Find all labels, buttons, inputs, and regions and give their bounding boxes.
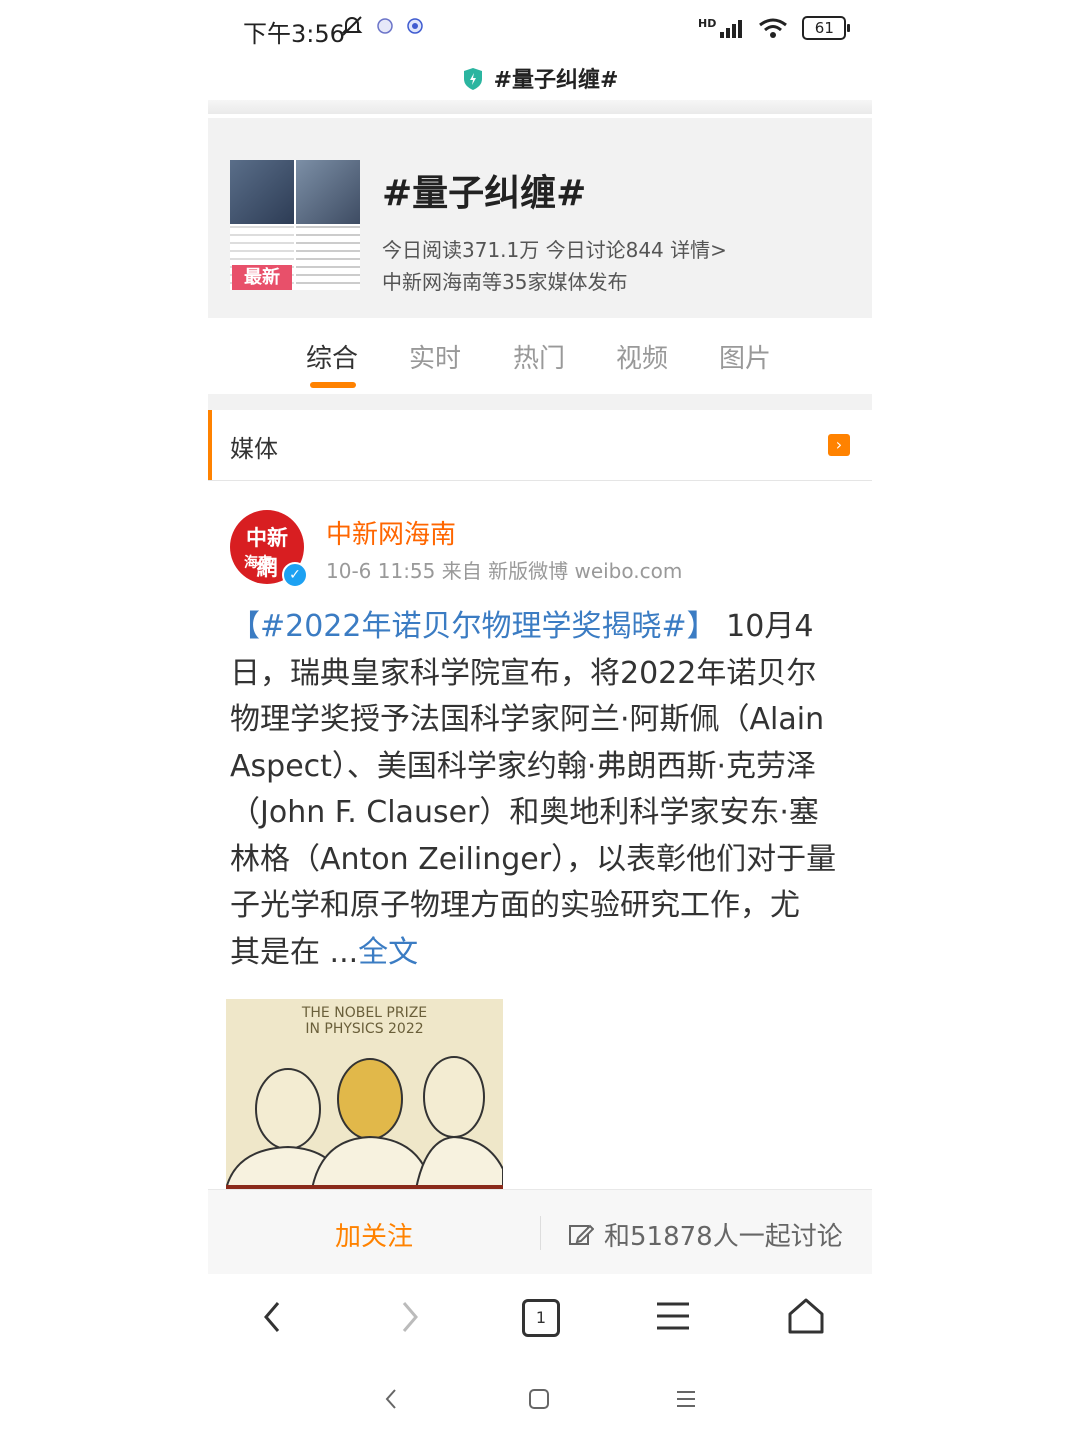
browser-nav-bar: 1 (0, 1292, 1080, 1342)
top-divider (208, 100, 872, 114)
laureates-illustration (226, 1056, 503, 1189)
bar-separator (540, 1216, 541, 1250)
section-accent-bar (208, 410, 212, 480)
verified-badge-icon: ✓ (282, 562, 308, 588)
bell-muted-icon (341, 16, 363, 36)
chevron-right-icon[interactable]: › (828, 434, 850, 456)
topic-title: #量子纠缠# (382, 173, 587, 214)
wifi-icon (759, 18, 788, 38)
signal-icon (720, 20, 743, 38)
system-back-icon[interactable] (383, 1388, 399, 1410)
thumbnail-image-4 (296, 226, 360, 290)
post-image[interactable]: THE NOBEL PRIZE IN PHYSICS 2022 (226, 999, 503, 1189)
page-title: #量子纠缠# (0, 62, 1080, 94)
post-body: 【#2022年诺贝尔物理学奖揭晓#】 10月4 日，瑞典皇家科学院宣布，将202… (230, 604, 870, 976)
active-tab-indicator (310, 382, 356, 388)
read-more-link[interactable]: 全文 (358, 935, 418, 970)
tab-bar: 综合 实时 热门 视频 图片 (208, 320, 872, 394)
edit-icon (569, 1224, 594, 1245)
status-time: 下午3:56 (243, 20, 345, 48)
topic-media-count: 中新网海南等35家媒体发布 (382, 270, 628, 294)
media-section-label: 媒体 (230, 435, 278, 463)
post-line-7: 子光学和原子物理方面的实验研究工作，尤 (230, 888, 800, 923)
app-notification-icon-2 (407, 18, 423, 34)
post-hashtag[interactable]: 【#2022年诺贝尔物理学奖揭晓#】 (230, 609, 717, 644)
app-notification-icon (377, 18, 393, 34)
post-author[interactable]: 中新网海南 (326, 514, 456, 551)
system-nav-bar (0, 1384, 1080, 1414)
topic-thumbnail[interactable]: 最新 (230, 160, 360, 290)
post-line-4: Aspect）、美国科学家约翰·弗朗西斯·克劳泽 (230, 748, 816, 784)
thumbnail-image-2 (296, 160, 360, 224)
tab-images[interactable]: 图片 (719, 338, 771, 375)
discuss-label: 和51878人一起讨论 (604, 1222, 843, 1252)
discuss-button[interactable]: 和51878人一起讨论 (568, 1216, 843, 1253)
tab-realtime[interactable]: 实时 (409, 338, 461, 375)
avatar[interactable]: 中新網 海南 ✓ (230, 510, 308, 588)
thumbnail-image-1 (230, 160, 294, 224)
menu-icon[interactable] (655, 1300, 691, 1332)
follow-button[interactable]: 加关注 (208, 1216, 540, 1253)
status-notification-icons (340, 14, 424, 38)
tab-hot[interactable]: 热门 (513, 338, 565, 375)
post-line-1: 10月4 (716, 609, 814, 644)
network-label: HD (698, 16, 717, 30)
post-line-3: 物理学奖授予法国科学家阿兰·阿斯佩（Alain (230, 702, 825, 737)
system-home-icon[interactable] (528, 1388, 550, 1410)
section-gap (208, 394, 872, 410)
status-right-icons: HD 61 (698, 16, 851, 40)
media-section-row[interactable]: 媒体 › (208, 410, 872, 481)
post-line-5: （John F. Clauser）和奥地利科学家安东·塞 (230, 795, 819, 830)
tab-comprehensive[interactable]: 综合 (306, 338, 358, 375)
page-title-text: #量子纠缠# (493, 68, 619, 93)
topic-stats[interactable]: 今日阅读371.1万 今日讨论844 详情> (382, 234, 727, 263)
home-icon[interactable] (787, 1297, 825, 1335)
battery-icon: 61 (802, 16, 851, 40)
forward-icon[interactable] (394, 1300, 424, 1334)
tab-video[interactable]: 视频 (616, 338, 668, 375)
back-icon[interactable] (258, 1300, 288, 1334)
system-recents-icon[interactable] (675, 1389, 697, 1409)
post-line-2: 日，瑞典皇家科学院宣布，将2022年诺贝尔 (230, 655, 817, 691)
avatar-logo-subtext: 海南 (244, 555, 272, 571)
bottom-action-bar: 加关注 和51878人一起讨论 (208, 1189, 872, 1274)
post-line-6: 林格（Anton Zeilinger），以表彰他们对于量 (230, 841, 837, 877)
topic-header: 最新 #量子纠缠# 今日阅读371.1万 今日讨论844 详情> 中新网海南等3… (208, 118, 872, 318)
thumbnail-badge: 最新 (232, 265, 292, 290)
shield-icon (463, 68, 482, 90)
post-meta: 10-6 11:55 来自 新版微博 weibo.com (326, 559, 683, 583)
tabs-count-icon[interactable]: 1 (522, 1299, 560, 1337)
post-line-8: 其是在 ... (230, 934, 359, 970)
